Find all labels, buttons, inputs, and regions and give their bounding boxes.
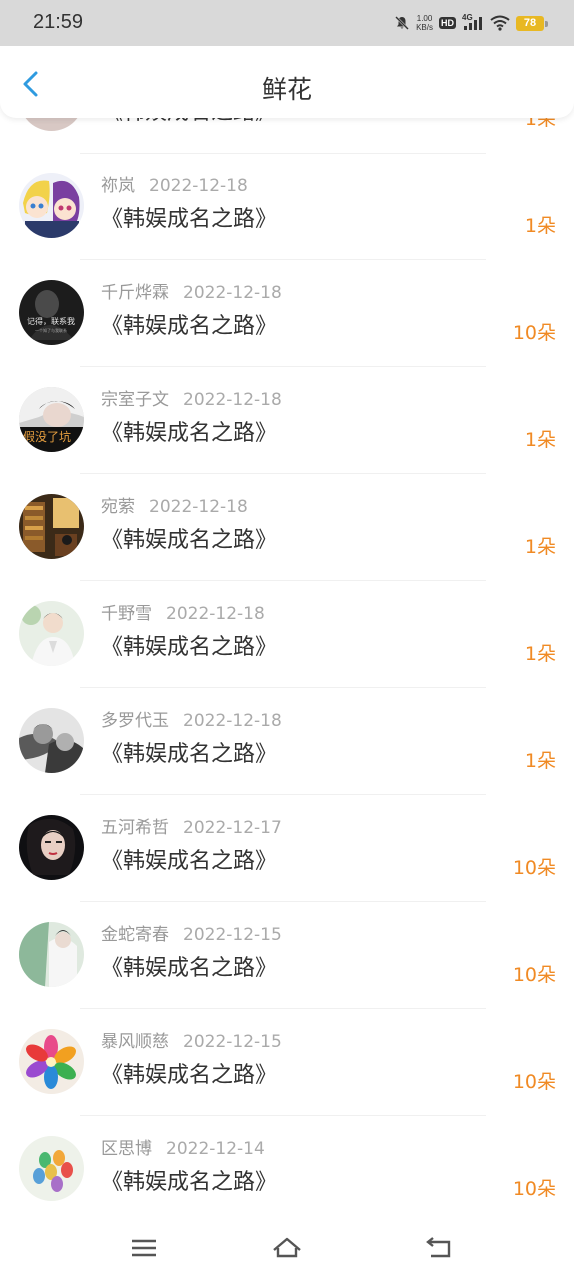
flower-count: 10朵 bbox=[512, 1071, 556, 1093]
avatar bbox=[19, 173, 84, 238]
avatar bbox=[19, 708, 84, 773]
user-info: 暴风顺慈 2022-12-15 bbox=[101, 1027, 282, 1052]
user-name: 祢岚 bbox=[101, 176, 135, 196]
menu-button[interactable] bbox=[128, 1232, 160, 1264]
date: 2022-12-15 bbox=[183, 1032, 282, 1052]
book-title: 《韩娱成名之路》 bbox=[101, 849, 278, 874]
avatar bbox=[19, 1029, 84, 1094]
network-speed-value: 1.00 bbox=[416, 14, 433, 23]
avatar bbox=[19, 922, 84, 987]
flower-count: 1朵 bbox=[524, 215, 556, 237]
user-name: 区思博 bbox=[101, 1139, 152, 1159]
book-title: 《韩娱成名之路》 bbox=[101, 742, 278, 767]
signal-4g: 4G bbox=[462, 13, 484, 31]
book-title: 《韩娱成名之路》 bbox=[101, 635, 278, 660]
user-info: 宗室子文 2022-12-18 bbox=[101, 385, 282, 410]
list-item[interactable]: 多罗代玉 2022-12-18 《韩娱成名之路》 1朵 bbox=[0, 688, 574, 795]
book-title: 《韩娱成名之路》 bbox=[101, 421, 278, 446]
battery-icon: 78 bbox=[516, 15, 548, 31]
user-name: 暴风顺慈 bbox=[101, 1032, 169, 1052]
mute-icon bbox=[395, 16, 409, 30]
avatar bbox=[19, 815, 84, 880]
book-title: 《韩娱成名之路》 bbox=[101, 956, 278, 981]
avatar-caption: 一个知了与我联系 bbox=[35, 327, 67, 333]
header-bar: 鲜花 bbox=[0, 46, 574, 118]
user-info: 宛萦 2022-12-18 bbox=[101, 492, 248, 517]
user-name: 宛萦 bbox=[101, 497, 135, 517]
flower-count: 10朵 bbox=[512, 1178, 556, 1200]
date: 2022-12-17 bbox=[183, 818, 282, 838]
date: 2022-12-18 bbox=[166, 604, 265, 624]
home-button[interactable] bbox=[271, 1232, 303, 1264]
avatar bbox=[19, 494, 84, 559]
book-title: 《韩娱成名之路》 bbox=[101, 314, 278, 339]
list-item[interactable]: 五河希哲 2022-12-17 《韩娱成名之路》 10朵 bbox=[0, 795, 574, 902]
date: 2022-12-18 bbox=[149, 176, 248, 196]
user-name: 金蛇寄春 bbox=[101, 925, 169, 945]
user-info: 区思博 2022-12-14 bbox=[101, 1134, 265, 1159]
list-item[interactable]: 暴风顺慈 2022-12-15 《韩娱成名之路》 10朵 bbox=[0, 1009, 574, 1116]
date: 2022-12-18 bbox=[183, 711, 282, 731]
wifi-icon bbox=[490, 15, 510, 31]
page-title: 鲜花 bbox=[261, 75, 312, 104]
flower-count: 1朵 bbox=[524, 536, 556, 558]
book-title: 《韩娱成名之路》 bbox=[101, 1170, 278, 1195]
system-nav-bar bbox=[0, 1214, 574, 1280]
status-bar: 21:59 1.00 KB/s HD 4G 78 bbox=[0, 0, 574, 46]
user-name: 多罗代玉 bbox=[101, 711, 169, 731]
flower-count: 1朵 bbox=[524, 643, 556, 665]
date: 2022-12-14 bbox=[166, 1139, 265, 1159]
avatar: 记得，联系我 一个知了与我联系 bbox=[19, 280, 84, 345]
network-speed: 1.00 KB/s bbox=[416, 14, 433, 32]
list-item[interactable]: 记得，联系我 一个知了与我联系 千斤烨霖 2022-12-18 《韩娱成名之路》 … bbox=[0, 260, 574, 367]
book-title: 《韩娱成名之路》 bbox=[101, 207, 278, 232]
avatar bbox=[19, 601, 84, 666]
menu-icon bbox=[132, 1239, 156, 1257]
flower-count: 1朵 bbox=[524, 750, 556, 772]
list-item[interactable]: 祢岚 2022-12-18 《韩娱成名之路》 1朵 bbox=[0, 153, 574, 260]
network-speed-unit: KB/s bbox=[416, 23, 433, 32]
user-info: 祢岚 2022-12-18 bbox=[101, 171, 248, 196]
list-item[interactable]: 假没了坑 宗室子文 2022-12-18 《韩娱成名之路》 1朵 bbox=[0, 367, 574, 474]
user-name: 宗室子文 bbox=[101, 390, 169, 410]
date: 2022-12-15 bbox=[183, 925, 282, 945]
signal-bars-icon bbox=[464, 17, 482, 30]
home-icon bbox=[273, 1237, 301, 1258]
list-item[interactable]: 宛萦 2022-12-18 《韩娱成名之路》 1朵 bbox=[0, 474, 574, 581]
status-time: 21:59 bbox=[33, 11, 84, 33]
flower-count: 10朵 bbox=[512, 964, 556, 986]
flower-count: 1朵 bbox=[524, 429, 556, 451]
user-info: 金蛇寄春 2022-12-15 bbox=[101, 920, 282, 945]
hd-badge: HD bbox=[439, 17, 456, 29]
flower-count: 10朵 bbox=[512, 857, 556, 879]
user-name: 五河希哲 bbox=[101, 818, 169, 838]
user-name: 千野雪 bbox=[101, 604, 152, 624]
return-icon bbox=[426, 1237, 451, 1258]
list-item[interactable]: 千野雪 2022-12-18 《韩娱成名之路》 1朵 bbox=[0, 581, 574, 688]
list-item[interactable]: 区思博 2022-12-14 《韩娱成名之路》 10朵 bbox=[0, 1116, 574, 1223]
avatar-caption: 记得，联系我 bbox=[27, 316, 75, 326]
date: 2022-12-18 bbox=[183, 283, 282, 303]
user-info: 千斤烨霖 2022-12-18 bbox=[101, 278, 282, 303]
user-info: 五河希哲 2022-12-17 bbox=[101, 813, 282, 838]
date: 2022-12-18 bbox=[149, 497, 248, 517]
system-back-button[interactable] bbox=[423, 1232, 455, 1264]
avatar: 假没了坑 bbox=[19, 387, 84, 452]
avatar bbox=[19, 1136, 84, 1201]
flower-count: 10朵 bbox=[512, 322, 556, 344]
status-icons: 1.00 KB/s HD 4G 78 bbox=[394, 12, 548, 34]
book-title: 《韩娱成名之路》 bbox=[101, 528, 278, 553]
user-info: 多罗代玉 2022-12-18 bbox=[101, 706, 282, 731]
list-item[interactable]: 金蛇寄春 2022-12-15 《韩娱成名之路》 10朵 bbox=[0, 902, 574, 1009]
date: 2022-12-18 bbox=[183, 390, 282, 410]
user-info: 千野雪 2022-12-18 bbox=[101, 599, 265, 624]
avatar-caption: 假没了坑 bbox=[23, 429, 71, 444]
book-title: 《韩娱成名之路》 bbox=[101, 1063, 278, 1088]
user-name: 千斤烨霖 bbox=[101, 283, 169, 303]
